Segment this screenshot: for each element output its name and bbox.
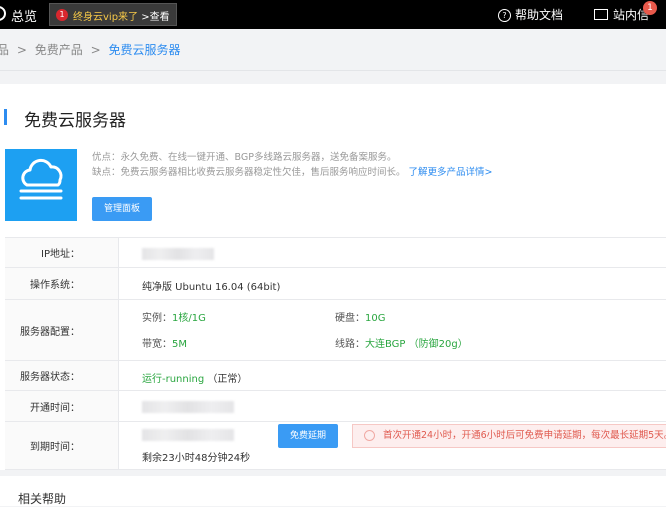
- disk-label: 硬盘：: [335, 313, 365, 324]
- mail-icon: [594, 9, 608, 20]
- expire-time-redacted: [142, 429, 234, 441]
- open-time-redacted: [142, 401, 234, 413]
- instance-value: 1核/1G: [172, 313, 206, 324]
- table-row-os: 操作系统： 纯净版 Ubuntu 16.04 (64bit): [5, 267, 666, 299]
- overview-link[interactable]: 总览: [11, 6, 37, 25]
- table-row-open-time: 开通时间：: [5, 390, 666, 421]
- title-accent-bar: [4, 109, 7, 125]
- help-card: [0, 476, 666, 506]
- renew-tip: 首次开通24小时，开通6小时后可免费申请延期，每次最长延期5天。: [352, 424, 666, 448]
- breadcrumb-item-free-products[interactable]: 免费产品: [35, 43, 83, 57]
- os-label: 操作系统：: [5, 268, 119, 299]
- ip-label: IP地址：: [5, 238, 119, 267]
- table-row-ip: IP地址：: [5, 237, 666, 267]
- promo-title: 终身云vip来了: [73, 12, 139, 23]
- promo-view-link[interactable]: >查看: [141, 12, 169, 23]
- free-renew-button[interactable]: 免费延期: [278, 424, 338, 448]
- inbox-link[interactable]: 站内信: [594, 6, 649, 23]
- pros-text: 优点：永久免费、在线一键开通、BGP多线路云服务器，送免备案服务。: [92, 152, 397, 163]
- renew-tip-text: 首次开通24小时，开通6小时后可免费申请延期，每次最长延期5天。: [383, 430, 666, 441]
- breadcrumb-item-products[interactable]: 品: [0, 43, 9, 57]
- bandwidth-spec: 带宽：5M: [142, 335, 187, 350]
- more-details-link[interactable]: 了解更多产品详情>: [409, 167, 493, 178]
- cloud-server-icon: [5, 149, 77, 221]
- help-docs-label: 帮助文档: [515, 8, 564, 22]
- promo-count-badge: 1: [56, 9, 68, 21]
- related-help-title: 相关帮助: [18, 492, 67, 506]
- config-label: 服务器配置：: [5, 300, 119, 360]
- breadcrumb-item-current: 免费云服务器: [108, 43, 181, 57]
- breadcrumb: 品 > 免费产品 > 免费云服务器: [0, 41, 180, 58]
- inbox-count-badge: 1: [643, 1, 657, 15]
- table-row-config: 服务器配置： 实例：1核/1G 硬盘：10G 带宽：5M 线路：大连BGP （防…: [5, 299, 666, 360]
- breadcrumb-separator: >: [90, 43, 101, 57]
- bandwidth-value: 5M: [172, 339, 187, 350]
- expire-label: 到期时间：: [5, 422, 119, 469]
- vip-promo-banner[interactable]: 1 终身云vip来了 >查看: [49, 3, 177, 26]
- ip-value-redacted: [142, 248, 214, 260]
- line-value: 大连BGP （防御20g）: [365, 339, 468, 350]
- promo-text: 终身云vip来了 >查看: [73, 8, 170, 23]
- top-navigation-bar: 总览 1 终身云vip来了 >查看 ? 帮助文档 站内信 1: [0, 0, 666, 29]
- table-row-status: 服务器状态： 运行-running （正常）: [5, 360, 666, 390]
- disk-spec: 硬盘：10G: [335, 309, 385, 324]
- instance-label: 实例：: [142, 313, 172, 324]
- breadcrumb-separator: >: [16, 43, 27, 57]
- bandwidth-label: 带宽：: [142, 339, 172, 350]
- disk-value: 10G: [365, 313, 386, 324]
- lightbulb-icon: [364, 430, 375, 441]
- os-value: 纯净版 Ubuntu 16.04 (64bit): [142, 282, 281, 293]
- page-title: 免费云服务器: [24, 111, 126, 131]
- remaining-time: 剩余23小时48分钟24秒: [142, 453, 251, 464]
- cons-line: 缺点：免费云服务器相比收费云服务器稳定性欠佳，售后服务响应时间长。 了解更多产品…: [92, 165, 493, 180]
- help-docs-link[interactable]: ? 帮助文档: [498, 6, 563, 23]
- status-label: 服务器状态：: [5, 361, 119, 390]
- status-note: （正常）: [207, 374, 248, 385]
- status-value: 运行-running （正常）: [142, 370, 247, 385]
- home-icon[interactable]: [0, 6, 6, 21]
- open-time-label: 开通时间：: [5, 391, 119, 421]
- cons-text: 缺点：免费云服务器相比收费云服务器稳定性欠佳，售后服务响应时间长。: [92, 167, 406, 178]
- question-icon: ?: [498, 9, 511, 22]
- product-description: 优点：永久免费、在线一键开通、BGP多线路云服务器，送免备案服务。 缺点：免费云…: [92, 150, 493, 180]
- manage-panel-button[interactable]: 管理面板: [92, 197, 152, 221]
- instance-spec: 实例：1核/1G: [142, 309, 206, 324]
- line-label: 线路：: [335, 339, 365, 350]
- status-running: 运行-running: [142, 374, 205, 385]
- line-spec: 线路：大连BGP （防御20g）: [335, 335, 468, 350]
- divider: [0, 70, 666, 71]
